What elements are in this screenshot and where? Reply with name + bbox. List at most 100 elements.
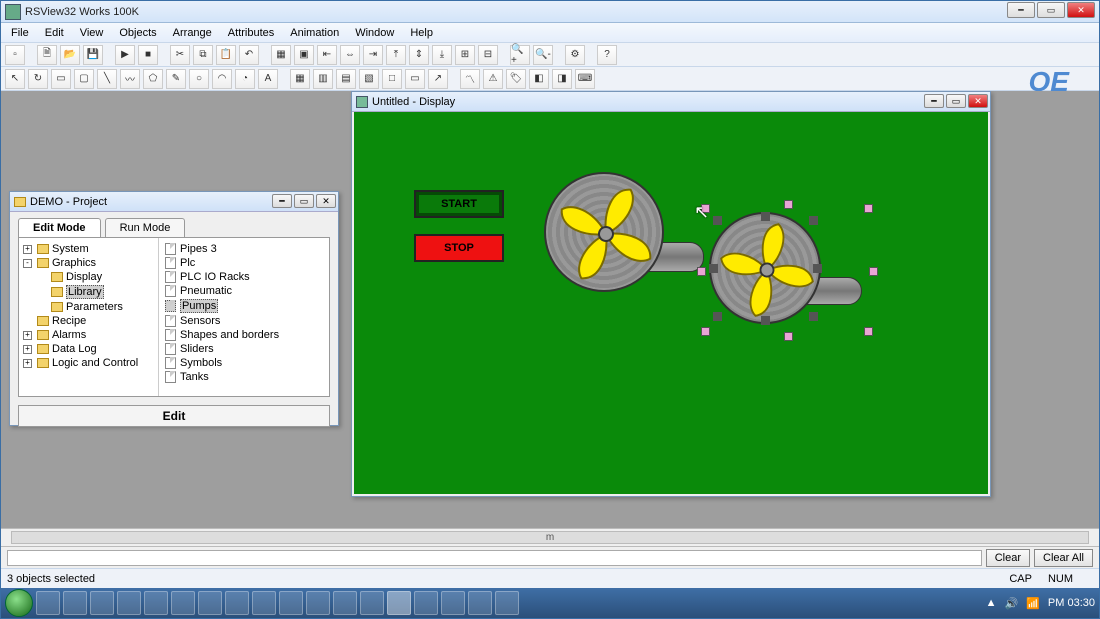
- tool-open-icon[interactable]: 📂: [60, 45, 80, 65]
- list-item-pumps[interactable]: Pumps: [163, 298, 325, 314]
- expand-icon[interactable]: +: [23, 359, 32, 368]
- list-item-sensors[interactable]: Sensors: [163, 314, 325, 328]
- library-list[interactable]: Pipes 3PlcPLC IO RacksPneumaticPumpsSens…: [159, 238, 329, 396]
- selection-handle[interactable]: [813, 264, 822, 273]
- hmi-start-button[interactable]: START: [414, 190, 504, 218]
- tool-cut-icon[interactable]: ✂: [170, 45, 190, 65]
- tool-align-middle-icon[interactable]: ⇕: [409, 45, 429, 65]
- taskbar-item[interactable]: [387, 591, 411, 615]
- taskbar-item[interactable]: [360, 591, 384, 615]
- selection-handle[interactable]: [761, 316, 770, 325]
- taskbar-item[interactable]: [225, 591, 249, 615]
- tool-roundrect-icon[interactable]: ▢: [74, 69, 94, 89]
- minimize-button[interactable]: ━: [1007, 2, 1035, 18]
- tray-network-icon[interactable]: 📶: [1026, 597, 1040, 610]
- selection-handle[interactable]: [701, 327, 710, 336]
- tool-zoom-out-icon[interactable]: 🔍-: [533, 45, 553, 65]
- project-maximize-button[interactable]: ▭: [294, 194, 314, 208]
- list-item-pneumatic[interactable]: Pneumatic: [163, 284, 325, 298]
- tool-arc-icon[interactable]: ◠: [212, 69, 232, 89]
- tool-arrow-icon[interactable]: ↗: [428, 69, 448, 89]
- tab-edit-mode[interactable]: Edit Mode: [18, 218, 101, 237]
- tree-item-parameters[interactable]: Parameters: [49, 300, 156, 314]
- taskbar-item[interactable]: [63, 591, 87, 615]
- diagnostics-input[interactable]: [7, 550, 982, 566]
- taskbar-item[interactable]: [117, 591, 141, 615]
- selection-handle[interactable]: [869, 267, 878, 276]
- tool-ungroup-icon[interactable]: ⊟: [478, 45, 498, 65]
- taskbar-item[interactable]: [306, 591, 330, 615]
- taskbar-item[interactable]: [333, 591, 357, 615]
- hmi-stop-button[interactable]: STOP: [414, 234, 504, 262]
- taskbar-item[interactable]: [144, 591, 168, 615]
- menu-arrange[interactable]: Arrange: [167, 25, 218, 41]
- menu-edit[interactable]: Edit: [39, 25, 70, 41]
- tool-string-input-icon[interactable]: ▤: [336, 69, 356, 89]
- tool-ellipse-icon[interactable]: ○: [189, 69, 209, 89]
- tree-item-system[interactable]: +System: [21, 242, 156, 256]
- tool-new-icon[interactable]: ▫: [5, 45, 25, 65]
- tool-rect-icon[interactable]: ▭: [51, 69, 71, 89]
- tool-polygon-icon[interactable]: ⬠: [143, 69, 163, 89]
- tool-save-icon[interactable]: 💾: [83, 45, 103, 65]
- taskbar-item[interactable]: [495, 591, 519, 615]
- project-window[interactable]: DEMO - Project ━ ▭ ✕ Edit Mode Run Mode …: [9, 191, 339, 426]
- project-close-button[interactable]: ✕: [316, 194, 336, 208]
- tool-tag-icon[interactable]: 🏷: [506, 69, 526, 89]
- tool-paste-icon[interactable]: 📋: [216, 45, 236, 65]
- tool-copy-icon[interactable]: ⧉: [193, 45, 213, 65]
- taskbar-item[interactable]: [468, 591, 492, 615]
- selection-handle[interactable]: [809, 216, 818, 225]
- tool-undo-icon[interactable]: ↶: [239, 45, 259, 65]
- tool-key-icon[interactable]: ⌨: [575, 69, 595, 89]
- start-button[interactable]: [5, 589, 33, 617]
- selection-handle[interactable]: [713, 312, 722, 321]
- tree-item-recipe[interactable]: Recipe: [35, 314, 156, 328]
- tool-test-icon[interactable]: ⚙: [565, 45, 585, 65]
- project-window-titlebar[interactable]: DEMO - Project ━ ▭ ✕: [10, 192, 338, 212]
- tool-group-icon[interactable]: ⊞: [455, 45, 475, 65]
- selection-handle[interactable]: [709, 264, 718, 273]
- menu-objects[interactable]: Objects: [113, 25, 162, 41]
- tool-grid-icon[interactable]: ▦: [271, 45, 291, 65]
- tree-item-logic-and-control[interactable]: +Logic and Control: [21, 356, 156, 370]
- menu-file[interactable]: File: [5, 25, 35, 41]
- expand-icon[interactable]: -: [23, 259, 32, 268]
- tree-item-alarms[interactable]: +Alarms: [21, 328, 156, 342]
- tool-line-icon[interactable]: ╲: [97, 69, 117, 89]
- tool-rotate-icon[interactable]: ↻: [28, 69, 48, 89]
- tool-freehand-icon[interactable]: ✎: [166, 69, 186, 89]
- selection-handle[interactable]: [713, 216, 722, 225]
- expand-icon[interactable]: +: [23, 331, 32, 340]
- project-minimize-button[interactable]: ━: [272, 194, 292, 208]
- tab-run-mode[interactable]: Run Mode: [105, 218, 186, 237]
- tool-label-icon[interactable]: □: [382, 69, 402, 89]
- menu-help[interactable]: Help: [404, 25, 439, 41]
- display-maximize-button[interactable]: ▭: [946, 94, 966, 108]
- tree-item-display[interactable]: Display: [49, 270, 156, 284]
- list-item-sliders[interactable]: Sliders: [163, 342, 325, 356]
- expand-icon[interactable]: +: [23, 345, 32, 354]
- clear-button[interactable]: Clear: [986, 549, 1030, 567]
- tool-snap-icon[interactable]: ▣: [294, 45, 314, 65]
- list-item-symbols[interactable]: Symbols: [163, 356, 325, 370]
- selection-handle[interactable]: [864, 327, 873, 336]
- tree-item-data-log[interactable]: +Data Log: [21, 342, 156, 356]
- tool-run-icon[interactable]: ▶: [115, 45, 135, 65]
- tool-button-icon[interactable]: ▭: [405, 69, 425, 89]
- tray-volume-icon[interactable]: 🔊: [1005, 597, 1019, 610]
- tool-align-left-icon[interactable]: ⇤: [317, 45, 337, 65]
- taskbar-item[interactable]: [414, 591, 438, 615]
- tray-clock[interactable]: PM 03:30: [1048, 597, 1095, 609]
- tree-item-graphics[interactable]: -Graphics: [21, 256, 156, 270]
- taskbar-item[interactable]: [252, 591, 276, 615]
- list-item-pipes-3[interactable]: Pipes 3: [163, 242, 325, 256]
- tool-align-right-icon[interactable]: ⇥: [363, 45, 383, 65]
- taskbar-item[interactable]: [441, 591, 465, 615]
- maximize-button[interactable]: ▭: [1037, 2, 1065, 18]
- menu-attributes[interactable]: Attributes: [222, 25, 280, 41]
- tool-select-icon[interactable]: ↖: [5, 69, 25, 89]
- tool-ole-icon[interactable]: ◧: [529, 69, 549, 89]
- tool-text-icon[interactable]: A: [258, 69, 278, 89]
- tool-polyline-icon[interactable]: 〰: [120, 69, 140, 89]
